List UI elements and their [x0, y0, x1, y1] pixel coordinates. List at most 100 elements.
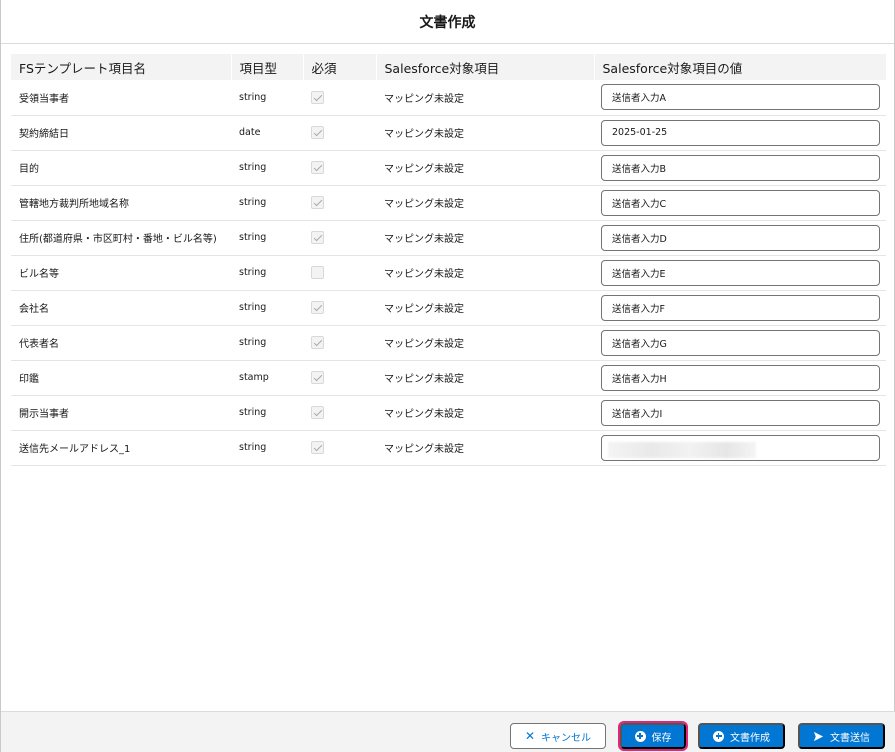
field-name-cell: 受領当事者	[19, 93, 69, 105]
sf-field-cell: マッピング未設定	[384, 339, 464, 350]
required-cell	[303, 430, 376, 465]
required-checkbox	[311, 441, 324, 454]
sf-field-cell: マッピング未設定	[384, 234, 464, 245]
required-cell	[303, 360, 376, 395]
modal-title: 文書作成	[419, 14, 476, 31]
cancel-button-label: キャンセル	[541, 732, 592, 744]
sf-value-input[interactable]	[601, 399, 880, 426]
required-checkbox	[311, 90, 324, 104]
save-button[interactable]: 保存	[618, 721, 688, 751]
document-creation-modal: 文書作成 FSテンプレート項目名 項目型 必須 Salesforce対象項目 S…	[0, 0, 895, 752]
field-name-cell: 代表者名	[19, 339, 59, 350]
required-cell	[303, 80, 376, 115]
table-row: 開示当事者 string マッピング未設定	[11, 395, 886, 430]
cancel-button[interactable]: ✕ キャンセル	[510, 723, 606, 749]
field-mapping-table-container: FSテンプレート項目名 項目型 必須 Salesforce対象項目 Salesf…	[11, 54, 886, 466]
table-row: 住所(都道府県・市区町村・番地・ビル名等) string マッピング未設定	[11, 220, 886, 255]
field-type-cell: string	[239, 91, 267, 103]
sf-value-input[interactable]	[601, 329, 880, 356]
field-name-cell: 開示当事者	[19, 409, 69, 420]
sf-value-cell	[594, 255, 886, 290]
sf-value-input[interactable]	[601, 189, 880, 216]
sf-field-cell: マッピング未設定	[384, 199, 464, 210]
sf-value-cell	[594, 80, 886, 115]
field-type-cell: string	[239, 267, 267, 278]
required-checkbox	[311, 266, 324, 279]
field-mapping-table: FSテンプレート項目名 項目型 必須 Salesforce対象項目 Salesf…	[11, 54, 886, 466]
field-type-cell: stamp	[239, 372, 269, 383]
field-type-cell: string	[239, 407, 267, 418]
save-button-label: 保存	[651, 732, 672, 744]
field-type-cell: string	[239, 337, 267, 348]
sf-value-cell	[594, 185, 886, 220]
sf-value-input[interactable]	[601, 294, 880, 321]
close-icon: ✕	[524, 729, 536, 743]
field-name-cell: 契約締結日	[19, 129, 69, 140]
table-header-row: FSテンプレート項目名 項目型 必須 Salesforce対象項目 Salesf…	[11, 54, 886, 80]
table-row: ビル名等 string マッピング未設定	[11, 255, 886, 290]
sf-value-cell	[594, 115, 886, 150]
field-name-cell: 目的	[19, 164, 39, 175]
field-type-cell: string	[239, 442, 267, 453]
add-icon	[713, 730, 724, 742]
required-checkbox	[311, 301, 324, 314]
table-row: 受領当事者 string マッピング未設定	[11, 80, 886, 115]
table-row: 会社名 string マッピング未設定	[11, 290, 886, 325]
required-cell	[303, 395, 376, 430]
sf-value-cell	[594, 220, 886, 255]
required-cell	[303, 290, 376, 325]
sf-value-cell	[594, 150, 886, 185]
field-type-cell: string	[239, 162, 267, 173]
required-cell	[303, 115, 376, 150]
sf-value-cell	[594, 395, 886, 430]
send-document-button-label: 文書送信	[830, 732, 870, 744]
sf-value-input[interactable]	[601, 259, 880, 286]
sf-field-cell: マッピング未設定	[384, 374, 464, 385]
required-cell	[303, 150, 376, 185]
column-header-type: 項目型	[231, 54, 304, 80]
required-checkbox	[311, 406, 324, 419]
create-document-button[interactable]: 文書作成	[698, 723, 785, 749]
sf-value-input[interactable]	[601, 154, 880, 181]
sf-value-input[interactable]	[601, 84, 880, 111]
sf-field-cell: マッピング未設定	[384, 304, 464, 315]
required-checkbox	[311, 161, 324, 174]
required-cell	[303, 325, 376, 360]
field-name-cell: ビル名等	[19, 269, 59, 280]
sf-value-input[interactable]	[601, 119, 880, 146]
sf-value-input[interactable]	[601, 364, 880, 391]
required-checkbox	[311, 231, 324, 244]
field-name-cell: 管轄地方裁判所地域名称	[19, 199, 129, 210]
field-type-cell: string	[239, 302, 267, 313]
column-header-field-name: FSテンプレート項目名	[11, 54, 232, 80]
table-row: 目的 string マッピング未設定	[11, 150, 886, 185]
required-checkbox	[311, 371, 324, 384]
field-type-cell: string	[239, 232, 267, 243]
field-type-cell: string	[239, 197, 267, 208]
sf-field-cell: マッピング未設定	[384, 444, 464, 455]
required-checkbox	[311, 336, 324, 349]
sf-value-input[interactable]	[601, 224, 880, 251]
column-header-sf-value: Salesforce対象項目の値	[602, 60, 743, 76]
required-checkbox	[311, 126, 324, 139]
sf-field-cell: マッピング未設定	[384, 164, 464, 175]
table-row: 契約締結日 date マッピング未設定	[11, 115, 886, 150]
table-row: 印鑑 stamp マッピング未設定	[11, 360, 886, 395]
field-name-cell: 住所(都道府県・市区町村・番地・ビル名等)	[19, 234, 217, 245]
create-document-button-label: 文書作成	[730, 732, 770, 744]
sf-value-cell	[594, 360, 886, 395]
required-cell	[303, 255, 376, 290]
sf-field-cell: マッピング未設定	[384, 129, 464, 140]
field-type-cell: date	[239, 127, 261, 138]
redacted-email-value	[608, 442, 756, 458]
modal-footer: ✕ キャンセル 保存 文書作成 文書送信	[1, 711, 895, 752]
sf-value-cell	[594, 290, 886, 325]
table-row: 管轄地方裁判所地域名称 string マッピング未設定	[11, 185, 886, 220]
field-name-cell: 会社名	[19, 304, 49, 315]
field-name-cell: 印鑑	[19, 374, 39, 385]
add-icon	[634, 730, 646, 742]
required-checkbox	[311, 196, 324, 209]
send-document-button[interactable]: 文書送信	[798, 723, 885, 749]
modal-header: 文書作成	[1, 0, 894, 44]
column-header-required: 必須	[303, 54, 377, 80]
